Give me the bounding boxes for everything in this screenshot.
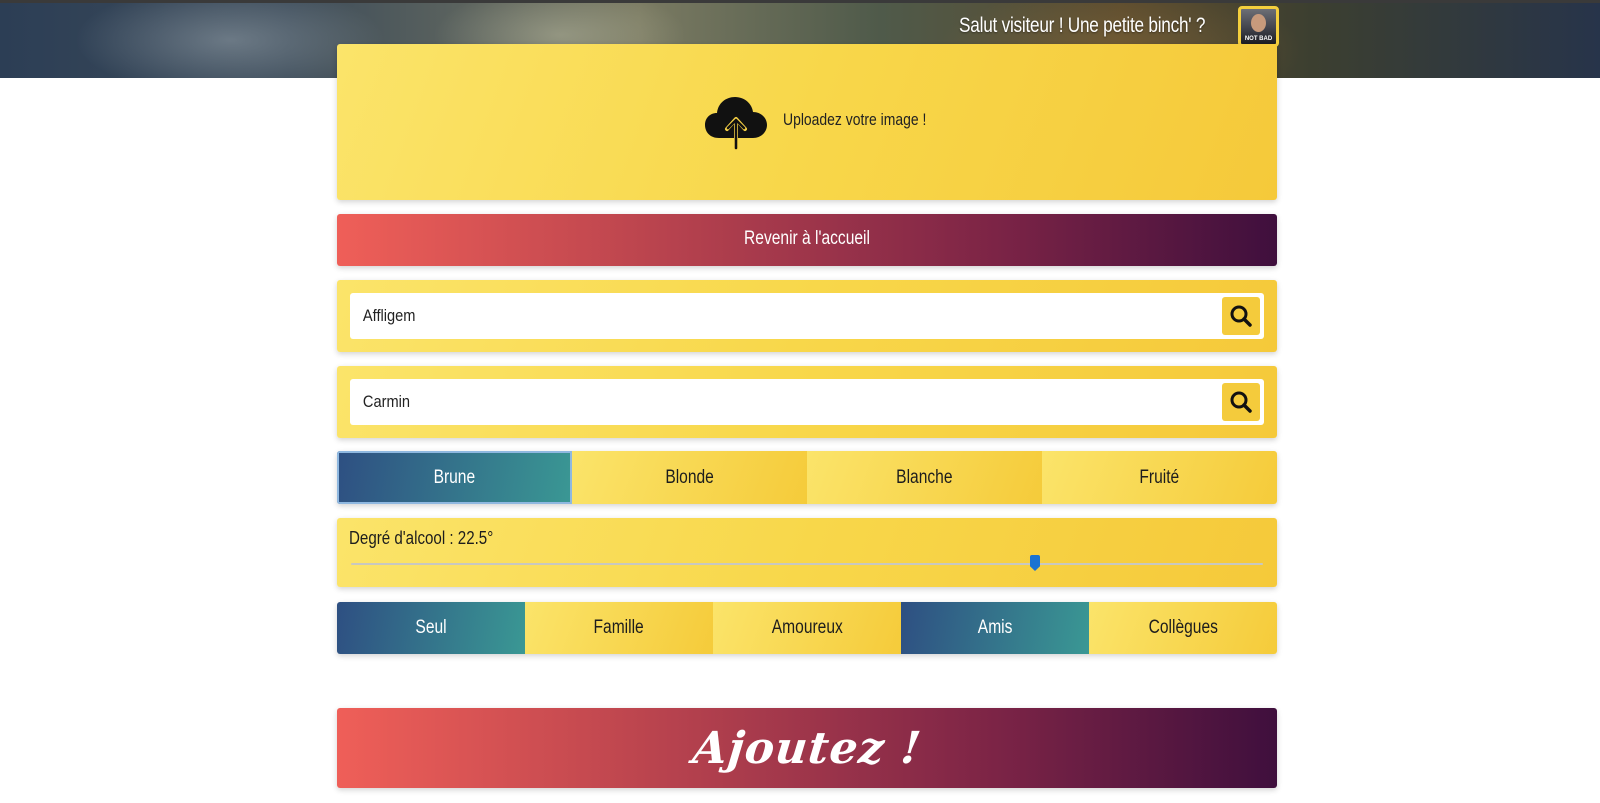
brand-search-input[interactable]	[350, 293, 1090, 339]
beer-type-blanche[interactable]: Blanche	[807, 451, 1042, 504]
avatar-face	[1251, 14, 1266, 32]
beer-type-label: Fruité	[1139, 466, 1180, 488]
image-upload-dropzone[interactable]: Uploadez votre image !	[337, 44, 1277, 200]
beer-type-selector: Brune Blonde Blanche Fruité	[337, 451, 1277, 504]
beer-type-blonde[interactable]: Blonde	[572, 451, 807, 504]
alcohol-slider-track[interactable]	[351, 563, 1263, 565]
cloud-upload-icon	[705, 97, 767, 150]
avatar-caption: NOT BAD	[1244, 36, 1273, 42]
audience-label: Collègues	[1148, 617, 1218, 638]
back-home-label: Revenir à l'accueil	[744, 228, 870, 249]
add-beer-button[interactable]: Ajoutez !	[337, 708, 1277, 788]
audience-famille[interactable]: Famille	[525, 602, 713, 654]
audience-seul[interactable]: Seul	[337, 602, 525, 654]
brand-search-panel	[337, 280, 1277, 352]
alcohol-degree-label: Degré d'alcool : 22.5°	[349, 528, 494, 548]
color-search-field	[350, 379, 1264, 425]
alcohol-slider-thumb[interactable]	[1030, 555, 1040, 571]
alcohol-degree-panel: Degré d'alcool : 22.5°	[337, 518, 1277, 587]
add-beer-label: Ajoutez !	[690, 722, 924, 774]
beer-type-brune[interactable]: Brune	[337, 451, 572, 504]
beer-type-label: Blonde	[665, 466, 714, 488]
user-avatar[interactable]: NOT BAD	[1238, 6, 1279, 47]
audience-label: Famille	[593, 617, 645, 638]
greeting-text: Salut visiteur ! Une petite binch' ?	[958, 14, 1205, 37]
upload-label: Uploadez votre image !	[783, 110, 927, 129]
color-search-button[interactable]	[1222, 383, 1260, 421]
color-search-input[interactable]	[350, 379, 1090, 425]
brand-search-field	[350, 293, 1264, 339]
beer-type-fruite[interactable]: Fruité	[1042, 451, 1277, 504]
beer-type-label: Brune	[433, 466, 476, 488]
audience-collegues[interactable]: Collègues	[1089, 602, 1277, 654]
audience-label: Amoureux	[771, 617, 843, 638]
beer-type-label: Blanche	[896, 466, 953, 488]
search-icon	[1230, 305, 1252, 327]
audience-selector: Seul Famille Amoureux Amis Collègues	[337, 602, 1277, 654]
audience-amoureux[interactable]: Amoureux	[713, 602, 901, 654]
search-icon	[1230, 391, 1252, 413]
brand-search-button[interactable]	[1222, 297, 1260, 335]
audience-amis[interactable]: Amis	[901, 602, 1089, 654]
audience-label: Seul	[415, 617, 447, 638]
audience-label: Amis	[977, 617, 1013, 638]
back-home-button[interactable]: Revenir à l'accueil	[337, 214, 1277, 266]
color-search-panel	[337, 366, 1277, 438]
